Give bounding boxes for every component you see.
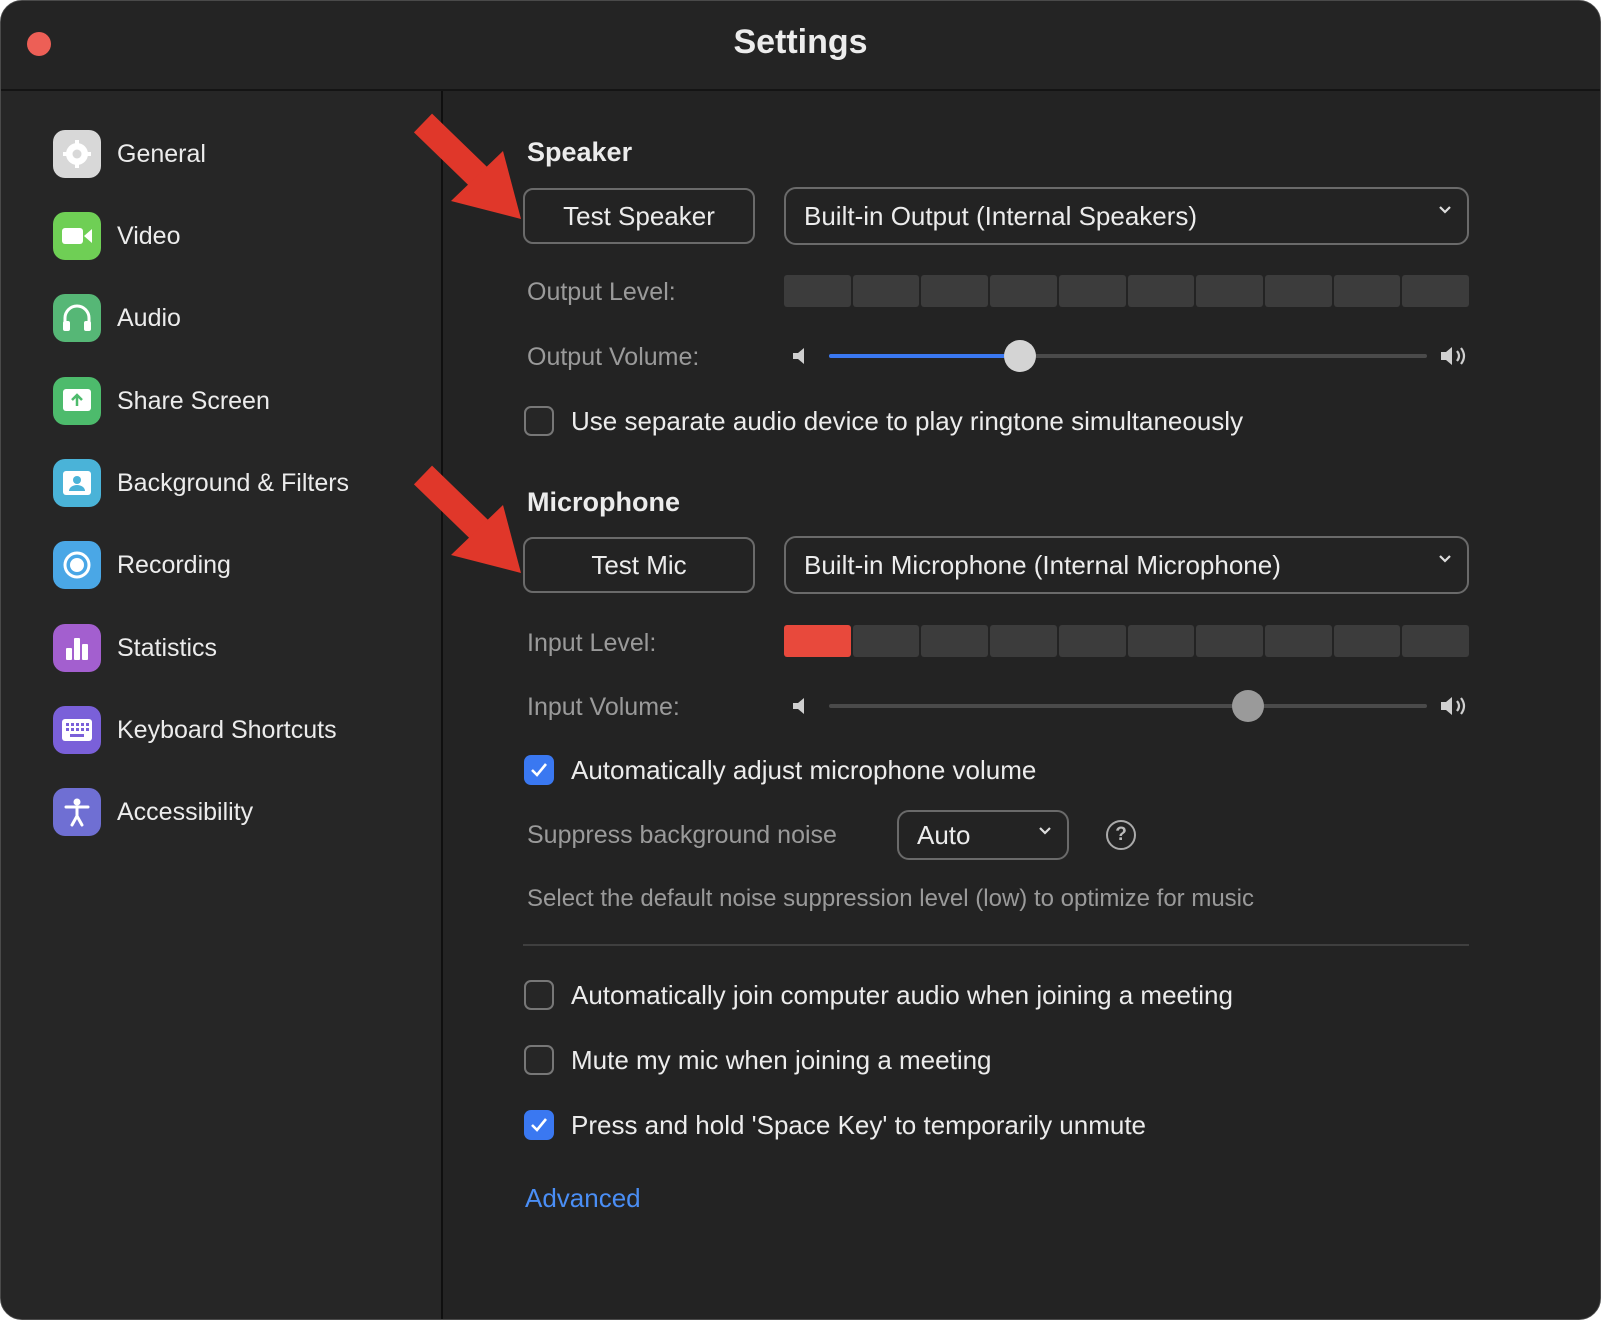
sidebar-item-recording[interactable]: Recording — [53, 540, 231, 590]
volume-high-icon — [1441, 697, 1466, 715]
checkmark-icon — [531, 763, 548, 777]
speaker-device-select[interactable]: Built-in Output (Internal Speakers) — [784, 187, 1469, 245]
level-segment — [1196, 275, 1263, 307]
level-segment — [921, 625, 989, 657]
mute-on-join-checkbox[interactable] — [524, 1045, 554, 1075]
level-segment — [852, 275, 920, 307]
sidebar-item-general[interactable]: General — [53, 129, 206, 179]
divider — [523, 944, 1469, 946]
suppress-noise-hint: Select the default noise suppression lev… — [527, 885, 1255, 912]
suppress-noise-value: Auto — [917, 819, 971, 850]
volume-low-icon — [793, 698, 804, 714]
output-volume-slider[interactable] — [829, 340, 1427, 372]
level-segment — [1264, 275, 1332, 307]
ringtone-checkbox[interactable] — [524, 406, 554, 436]
input-volume-label: Input Volume: — [527, 693, 680, 721]
output-volume-fill — [829, 354, 1021, 358]
sidebar-item-label: Background & Filters — [117, 468, 350, 497]
auto-join-audio-checkbox[interactable] — [524, 980, 554, 1010]
level-segment — [1264, 625, 1332, 657]
sidebar-item-background-filters[interactable]: Background & Filters — [53, 458, 349, 508]
settings-window: Settings General Video Audio Share Scree… — [0, 0, 1601, 1320]
sidebar-item-accessibility[interactable]: Accessibility — [53, 787, 253, 837]
title-bar: Settings — [1, 1, 1600, 91]
microphone-device-value: Built-in Microphone (Internal Microphone… — [804, 549, 1281, 580]
level-segment — [990, 625, 1057, 657]
output-level-meter — [784, 275, 1470, 307]
auto-adjust-label: Automatically adjust microphone volume — [571, 755, 1037, 785]
sidebar: General Video Audio Share Screen Backgro… — [1, 91, 443, 1319]
sidebar-item-share-screen[interactable]: Share Screen — [53, 376, 270, 426]
suppress-noise-label: Suppress background noise — [527, 821, 837, 849]
microphone-device-select[interactable]: Built-in Microphone (Internal Microphone… — [784, 536, 1469, 594]
sidebar-item-label: Audio — [117, 303, 181, 332]
speaker-device-value: Built-in Output (Internal Speakers) — [804, 200, 1198, 231]
level-segment — [784, 275, 851, 307]
level-segment — [990, 275, 1057, 307]
microphone-section-title: Microphone — [527, 487, 680, 517]
chevron-down-icon — [1039, 827, 1051, 835]
level-segment — [1333, 625, 1401, 657]
level-segment — [1402, 625, 1470, 657]
audio-settings-panel: Speaker Test Speaker Built-in Output (In… — [443, 91, 1600, 1319]
sidebar-item-label: Statistics — [117, 633, 218, 662]
annotation-arrow — [413, 113, 521, 219]
space-key-unmute-label: Press and hold 'Space Key' to temporaril… — [571, 1110, 1147, 1140]
output-volume-handle[interactable] — [1004, 340, 1037, 372]
test-speaker-button[interactable]: Test Speaker — [523, 188, 755, 244]
output-volume-label: Output Volume: — [527, 343, 700, 371]
keyboard-icon — [53, 706, 101, 754]
sidebar-item-audio[interactable]: Audio — [53, 293, 181, 343]
mute-on-join-label: Mute my mic when joining a meeting — [571, 1045, 992, 1075]
gear-icon — [53, 130, 101, 178]
output-level-label: Output Level: — [527, 278, 676, 306]
record-icon — [53, 541, 101, 589]
sidebar-item-label: Share Screen — [117, 386, 270, 415]
sidebar-item-label: Video — [117, 221, 181, 250]
suppress-noise-select[interactable]: Auto — [897, 810, 1069, 860]
volume-high-icon — [1441, 347, 1466, 365]
level-segment — [1058, 275, 1126, 307]
sidebar-item-label: General — [117, 139, 206, 168]
person-portrait-icon — [53, 459, 101, 507]
input-level-meter — [784, 625, 1470, 657]
sidebar-item-statistics[interactable]: Statistics — [53, 623, 217, 673]
auto-adjust-checkbox[interactable] — [524, 755, 554, 785]
level-segment — [921, 275, 989, 307]
level-segment — [1333, 275, 1401, 307]
level-segment — [1127, 275, 1195, 307]
level-segment — [1058, 625, 1126, 657]
checkmark-icon — [531, 1118, 548, 1132]
sidebar-item-video[interactable]: Video — [53, 211, 181, 261]
window-title: Settings — [733, 23, 868, 61]
test-mic-button[interactable]: Test Mic — [523, 537, 755, 593]
input-volume-slider[interactable] — [829, 690, 1427, 722]
sidebar-item-label: Accessibility — [117, 797, 254, 826]
sidebar-item-label: Keyboard Shortcuts — [117, 715, 337, 744]
camera-icon — [53, 212, 101, 260]
input-volume-handle[interactable] — [1231, 690, 1264, 722]
input-level-label: Input Level: — [527, 629, 657, 657]
level-segment — [852, 625, 920, 657]
headphones-icon — [53, 294, 101, 342]
ringtone-label: Use separate audio device to play ringto… — [571, 406, 1244, 436]
bar-chart-icon — [53, 624, 101, 672]
space-key-unmute-checkbox[interactable] — [524, 1110, 554, 1140]
accessibility-icon — [53, 788, 101, 836]
share-screen-icon — [53, 377, 101, 425]
volume-low-icon — [793, 348, 804, 364]
advanced-link[interactable]: Advanced — [525, 1183, 641, 1214]
help-icon[interactable]: ? — [1106, 820, 1136, 850]
level-segment — [1196, 625, 1263, 657]
speaker-section-title: Speaker — [527, 137, 633, 167]
auto-join-audio-label: Automatically join computer audio when j… — [571, 980, 1233, 1010]
chevron-down-icon — [1439, 555, 1451, 563]
sidebar-item-keyboard-shortcuts[interactable]: Keyboard Shortcuts — [53, 705, 337, 755]
annotation-arrow — [413, 465, 521, 573]
level-segment — [1127, 625, 1195, 657]
chevron-down-icon — [1439, 206, 1451, 214]
level-segment — [1402, 275, 1470, 307]
level-segment — [784, 625, 851, 657]
sidebar-item-label: Recording — [117, 550, 231, 579]
